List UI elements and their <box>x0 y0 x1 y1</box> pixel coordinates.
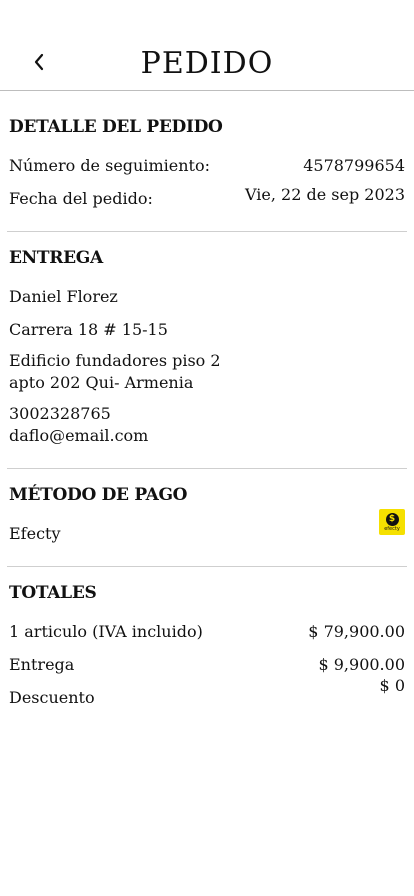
discount-value: $ 0 <box>379 676 405 695</box>
divider <box>7 231 407 232</box>
payment-title: MÉTODO DE PAGO <box>9 485 188 505</box>
delivery-cost-label: Entrega <box>9 655 75 674</box>
payment-method: Efecty <box>9 524 61 543</box>
phone-number: 3002328765 <box>9 404 111 423</box>
recipient-name: Daniel Florez <box>9 287 118 306</box>
page-title: PEDIDO <box>140 46 274 81</box>
discount-label: Descuento <box>9 688 95 707</box>
address-line-2: Edificio fundadores piso 2 <box>9 351 221 370</box>
divider <box>7 566 407 567</box>
order-date-label: Fecha del pedido: <box>9 189 153 208</box>
items-value: $ 79,900.00 <box>308 622 405 641</box>
efecty-logo-mark: $ <box>385 512 399 526</box>
totals-title: TOTALES <box>9 583 97 603</box>
order-date-value: Vie, 22 de sep 2023 <box>245 185 405 204</box>
divider <box>7 468 407 469</box>
efecty-logo: $ efecty <box>379 509 405 535</box>
address-line-3: apto 202 Qui- Armenia <box>9 373 194 392</box>
app-header: PEDIDO <box>0 0 414 91</box>
efecty-logo-text: efecty <box>384 525 400 532</box>
delivery-title: ENTREGA <box>9 248 103 268</box>
tracking-value: 4578799654 <box>303 156 405 175</box>
address-line-1: Carrera 18 # 15-15 <box>9 320 168 339</box>
delivery-cost-value: $ 9,900.00 <box>318 655 405 674</box>
order-detail-title: DETALLE DEL PEDIDO <box>9 117 223 137</box>
items-label: 1 articulo (IVA incluido) <box>9 622 203 641</box>
email-address: daflo@email.com <box>9 426 149 445</box>
tracking-label: Número de seguimiento: <box>9 156 210 175</box>
